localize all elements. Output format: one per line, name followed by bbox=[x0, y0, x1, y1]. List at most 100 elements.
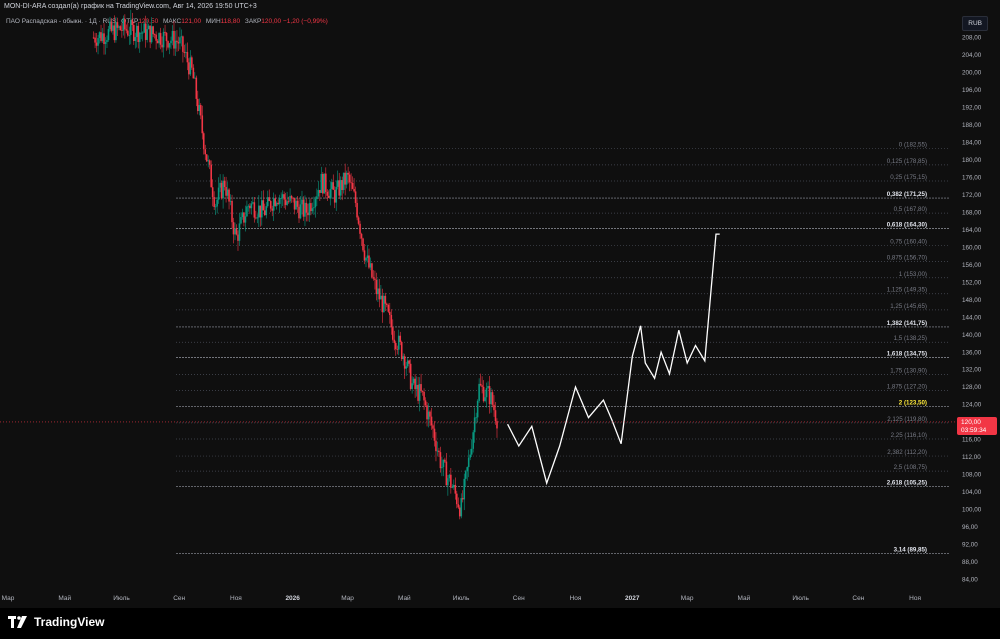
candle-body bbox=[217, 187, 220, 200]
price-tick-label: 200,00 bbox=[962, 70, 982, 77]
candle-body bbox=[327, 195, 330, 198]
price-chart[interactable]: 0 (182,55) 0,125 (178,85) 0,25 (175,15) 0,3… bbox=[0, 0, 1000, 608]
time-tick-label: 2026 bbox=[285, 595, 300, 602]
projection-path[interactable] bbox=[0, 233, 956, 486]
candle-body bbox=[491, 392, 494, 405]
fib-extension[interactable]: 0 (182,55) 0,125 (178,85) 0,25 (175,15) 0,3… bbox=[176, 142, 950, 555]
candle-body bbox=[289, 195, 291, 202]
candle-body bbox=[435, 440, 437, 452]
candle-body bbox=[320, 173, 323, 193]
candle-body bbox=[274, 198, 276, 206]
price-tick-label: 208,00 bbox=[962, 35, 982, 42]
candle-body bbox=[240, 217, 242, 224]
price-tick-label: 184,00 bbox=[962, 140, 982, 147]
time-axis[interactable]: Мар Май Июль Сен Ноя 2026 Мар Май Июль Сен Ноя 2027… bbox=[2, 594, 922, 602]
candle-body bbox=[253, 202, 256, 218]
fib-level-label: 1,618 (134,75) bbox=[887, 351, 927, 358]
candle-body bbox=[207, 160, 210, 162]
candle-body bbox=[478, 383, 480, 401]
countdown-label: 03:59:34 bbox=[961, 427, 987, 434]
candle-body bbox=[225, 186, 227, 196]
candle-body bbox=[405, 366, 407, 369]
candle-body bbox=[152, 26, 154, 35]
candle-body bbox=[423, 391, 425, 401]
candle-body bbox=[176, 40, 178, 43]
candle-body bbox=[235, 228, 238, 235]
candle-body bbox=[268, 197, 271, 202]
fib-level-label: 1,875 (127,20) bbox=[887, 384, 927, 391]
candle-body bbox=[317, 190, 320, 197]
candle-body bbox=[432, 425, 434, 429]
price-tick-label: 172,00 bbox=[962, 192, 982, 199]
price-tick-label: 100,00 bbox=[962, 507, 982, 514]
candle-body bbox=[354, 191, 357, 204]
candle-body bbox=[205, 154, 208, 162]
candle-body bbox=[128, 34, 131, 36]
candle-body bbox=[420, 384, 422, 392]
fib-level-label: 1,5 (138,25) bbox=[894, 335, 927, 342]
candle-body bbox=[463, 478, 466, 500]
candle-body bbox=[472, 432, 474, 449]
candle-body bbox=[278, 198, 281, 204]
candle-body bbox=[302, 199, 305, 217]
candle-body bbox=[216, 199, 218, 207]
candle-body bbox=[390, 314, 393, 328]
candle-body bbox=[374, 278, 376, 280]
candle-body bbox=[493, 404, 495, 411]
candle-body bbox=[263, 210, 266, 216]
candle-body bbox=[130, 19, 132, 35]
price-tick-label: 136,00 bbox=[962, 349, 982, 356]
fib-level-label: 0,5 (167,80) bbox=[894, 206, 927, 213]
fib-level-label: 1,125 (149,35) bbox=[887, 287, 927, 294]
candle-body bbox=[375, 279, 378, 295]
candle-body bbox=[332, 182, 335, 190]
candle-body bbox=[118, 26, 120, 28]
candle-body bbox=[244, 216, 247, 223]
candle-body bbox=[368, 255, 370, 268]
tradingview-logo[interactable]: TradingView bbox=[8, 614, 104, 630]
candle-body bbox=[284, 199, 287, 205]
candle-body bbox=[103, 33, 105, 45]
candle-body bbox=[470, 448, 473, 455]
price-tick-label: 160,00 bbox=[962, 244, 982, 251]
candle-body bbox=[335, 186, 338, 203]
candle-body bbox=[287, 201, 290, 203]
fib-level-label: 0,875 (156,70) bbox=[887, 255, 927, 262]
candle-body bbox=[228, 189, 230, 202]
candle-body bbox=[269, 201, 272, 209]
candle-body bbox=[451, 487, 454, 489]
candle-body bbox=[229, 200, 232, 202]
candle-body bbox=[427, 411, 430, 420]
fib-level-label: 2,5 (108,75) bbox=[894, 464, 927, 471]
fib-level-label: 0,382 (171,25) bbox=[887, 191, 927, 198]
price-tick-label: 204,00 bbox=[962, 52, 982, 59]
candle-body bbox=[469, 454, 471, 458]
price-axis[interactable]: 208,00 204,00 200,00 196,00 192,00 188,00 184,… bbox=[962, 35, 982, 584]
candle-body bbox=[115, 22, 117, 41]
candle-body bbox=[436, 450, 439, 452]
candle-body bbox=[344, 172, 346, 185]
candle-body bbox=[316, 196, 318, 200]
price-tick-label: 132,00 bbox=[962, 367, 982, 374]
candle-body bbox=[167, 41, 169, 48]
candle-body bbox=[226, 189, 229, 196]
candle-body bbox=[496, 421, 498, 429]
candle-body bbox=[458, 507, 461, 517]
candle-body bbox=[424, 400, 427, 406]
candle-body bbox=[280, 198, 282, 199]
candle-body bbox=[330, 182, 333, 190]
candle-body bbox=[319, 190, 321, 193]
price-tick-label: 88,00 bbox=[962, 559, 978, 566]
candle-body bbox=[186, 52, 189, 63]
candle-body bbox=[366, 255, 369, 259]
candle-body bbox=[414, 378, 416, 390]
candle-body bbox=[104, 42, 107, 45]
candle-body bbox=[158, 33, 160, 44]
price-tick-label: 156,00 bbox=[962, 262, 982, 269]
candle-body bbox=[457, 504, 460, 508]
candle-body bbox=[266, 197, 269, 207]
candle-body bbox=[191, 57, 193, 68]
candle-body bbox=[488, 386, 491, 405]
candle-body bbox=[185, 52, 187, 53]
candle-body bbox=[363, 250, 366, 261]
